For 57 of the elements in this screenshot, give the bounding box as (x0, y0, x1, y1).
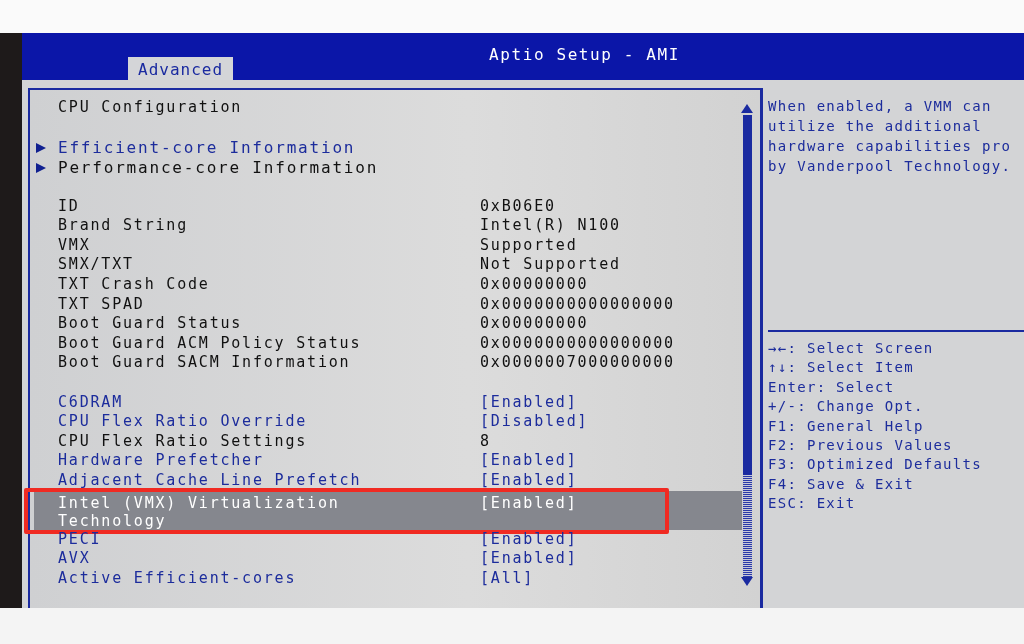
help-text: hardware capabilities pro (768, 138, 1013, 156)
setting-value[interactable]: [Enabled] (480, 549, 578, 568)
setting-label[interactable]: C6DRAM (34, 392, 418, 411)
info-value: 0xB06E0 (480, 196, 556, 215)
setting-value: 8 (480, 431, 491, 450)
info-value: 0x00000000 (480, 314, 589, 333)
help-text: utilize the additional (768, 118, 984, 136)
setting-value[interactable]: [All] (480, 568, 535, 587)
info-value: 0x0000007000000000 (480, 353, 675, 372)
page-heading: CPU Configuration (57, 98, 244, 118)
setting-label[interactable]: Adjacent Cache Line Prefetch (34, 470, 418, 489)
info-value: Supported (480, 235, 578, 254)
setting-value[interactable]: [Enabled] (480, 529, 578, 548)
key-hint: F3: Optimized Defaults (768, 456, 984, 475)
submenu-arrow-icon (36, 162, 46, 173)
key-hint: ESC: Exit (768, 495, 857, 514)
window-title: Aptio Setup - AMI (489, 45, 680, 64)
info-label: VMX (57, 235, 92, 254)
submenu-arrow-icon (36, 143, 46, 153)
info-value: Not Supported (480, 255, 621, 274)
setting-value[interactable]: [Enabled] (480, 470, 578, 489)
setting-value[interactable]: [Enabled] (480, 451, 578, 470)
setting-label[interactable]: CPU Flex Ratio Override (34, 412, 418, 431)
setting-label: CPU Flex Ratio Settings (57, 431, 309, 450)
setting-value[interactable]: [Enabled] (480, 392, 578, 411)
info-label: Boot Guard Status (57, 314, 244, 333)
info-value: 0x0000000000000000 (480, 333, 675, 352)
info-value: 0x0000000000000000 (480, 294, 675, 313)
info-label: TXT SPAD (57, 294, 146, 313)
setting-label[interactable]: AVX (34, 549, 418, 568)
key-hint: F2: Previous Values (768, 436, 954, 455)
key-hint: →←: Select Screen (768, 340, 935, 358)
setting-label[interactable]: PECI (34, 529, 418, 548)
help-text: by Vanderpool Technology. (768, 158, 1013, 176)
info-value: Intel(R) N100 (480, 216, 621, 235)
submenu-link[interactable]: Efficient-core Information (46, 138, 356, 157)
info-label: ID (57, 196, 81, 215)
info-label: Brand String (57, 216, 189, 235)
setting-label[interactable]: Hardware Prefetcher (34, 451, 418, 470)
info-label: SMX/TXT (57, 255, 135, 274)
setting-value[interactable]: [Enabled] (480, 493, 578, 512)
key-hint: F1: General Help (768, 417, 925, 436)
setting-value[interactable]: [Disabled] (480, 412, 589, 431)
key-hint: Enter: Select (768, 378, 896, 397)
menu-tab[interactable]: Advanced (128, 57, 234, 80)
info-value: 0x00000000 (480, 275, 589, 294)
key-hint: F4: Save & Exit (768, 475, 915, 494)
submenu-link[interactable]: Performance-core Information (46, 157, 379, 177)
help-text: When enabled, a VMM can (768, 98, 993, 116)
key-hint: ↑↓: Select Item (768, 359, 915, 378)
setting-label[interactable]: Intel (VMX) Virtualization Technology (34, 493, 418, 530)
info-label: Boot Guard ACM Policy Status (57, 333, 363, 352)
scroll-bar[interactable] (742, 104, 752, 586)
info-label: Boot Guard SACM Information (57, 353, 352, 372)
key-hint: +/-: Change Opt. (768, 398, 925, 417)
setting-label[interactable]: Active Efficient-cores (34, 568, 418, 587)
info-label: TXT Crash Code (57, 275, 211, 294)
